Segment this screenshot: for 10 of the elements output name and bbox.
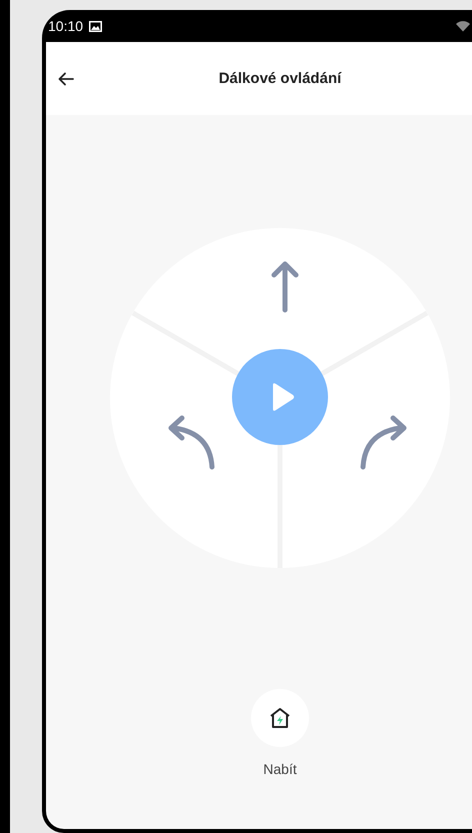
wifi-icon xyxy=(456,20,470,32)
forward-arrow-icon[interactable] xyxy=(272,262,298,312)
turn-left-arrow-icon[interactable] xyxy=(168,416,214,470)
status-time: 10:10 xyxy=(48,18,84,34)
charge-label: Nabít xyxy=(263,761,297,777)
image-icon xyxy=(89,20,102,32)
page-title: Dálkové ovládání xyxy=(218,70,342,87)
back-icon[interactable] xyxy=(58,72,74,86)
house-charge-icon xyxy=(269,707,291,729)
turn-right-arrow-icon[interactable] xyxy=(360,416,406,470)
